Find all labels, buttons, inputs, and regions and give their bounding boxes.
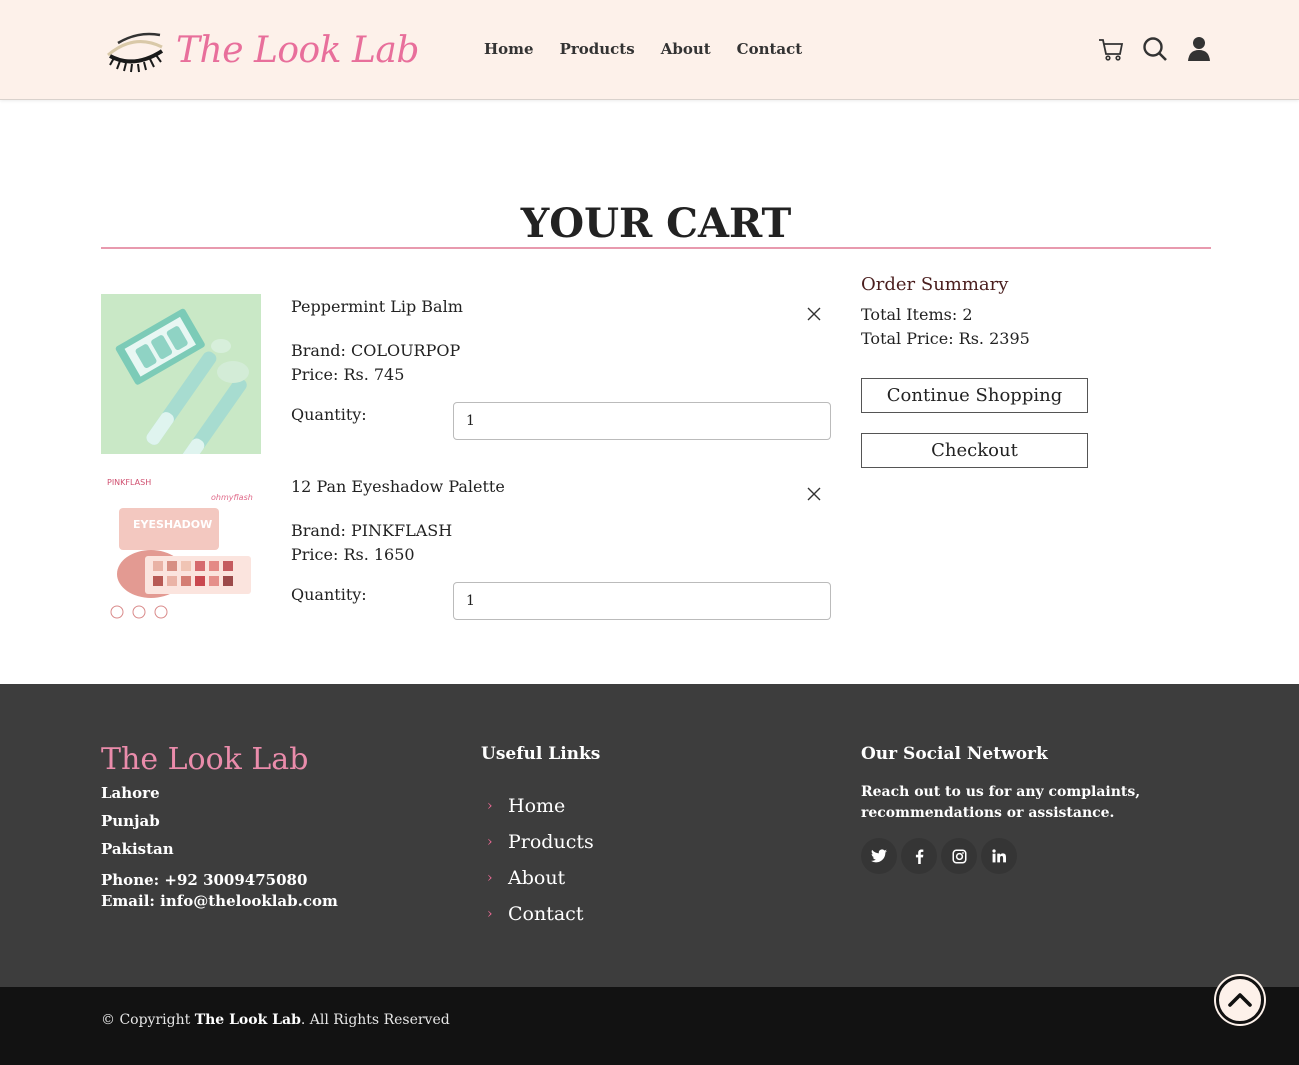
site-footer: The Look Lab Lahore Punjab Pakistan Phon… — [0, 684, 1299, 987]
social-description: Reach out to us for any complaints, reco… — [861, 784, 1141, 821]
nav-products[interactable]: Products — [560, 40, 635, 58]
product-price: Price: Rs. 745 — [291, 365, 405, 384]
product-image-lip-balm — [101, 294, 261, 454]
copyright-suffix: . All Rights Reserved — [300, 1012, 450, 1028]
copyright-prefix: © Copyright — [101, 1012, 191, 1028]
copyright-bar: © Copyright The Look Lab. All Rights Res… — [0, 987, 1299, 1065]
cart-item: PINKFLASH ohmyflash EYESHADOW 12 Pan Eye… — [101, 474, 831, 634]
order-summary: Order Summary Total Items: 2 Total Price… — [861, 274, 1211, 468]
product-name: Peppermint Lip Balm — [291, 297, 463, 316]
quantity-label: Quantity: — [291, 405, 367, 424]
copyright-brand: The Look Lab — [194, 1012, 301, 1028]
search-icon[interactable] — [1141, 34, 1169, 64]
quantity-input[interactable] — [453, 402, 831, 440]
chevron-right-icon: › — [487, 798, 493, 814]
cart-icon[interactable] — [1097, 34, 1125, 64]
footer-link-label: Home — [508, 795, 566, 817]
eyelash-logo-icon — [107, 32, 164, 73]
back-to-top-button[interactable] — [1216, 976, 1264, 1024]
chevron-right-icon: › — [487, 834, 493, 850]
footer-link-label: About — [508, 867, 566, 889]
footer-link-label: Contact — [508, 903, 584, 925]
useful-links-heading: Useful Links — [481, 744, 601, 764]
total-price: Total Price: Rs. 2395 — [861, 329, 1030, 348]
chevron-right-icon: › — [487, 870, 493, 886]
header-actions — [1097, 34, 1213, 64]
nav-about[interactable]: About — [661, 40, 711, 58]
social-heading: Our Social Network — [861, 744, 1048, 764]
cart-item: Peppermint Lip Balm Brand: COLOURPOP Pri… — [101, 294, 831, 454]
title-divider — [101, 247, 1211, 249]
instagram-icon[interactable] — [941, 838, 977, 874]
address-city: Lahore — [101, 784, 160, 802]
user-icon[interactable] — [1185, 34, 1213, 64]
quantity-input[interactable] — [453, 582, 831, 620]
product-price: Price: Rs. 1650 — [291, 545, 415, 564]
page-title: YOUR CART — [520, 200, 792, 247]
checkout-button[interactable]: Checkout — [861, 433, 1088, 468]
continue-shopping-button[interactable]: Continue Shopping — [861, 378, 1088, 413]
product-brand: Brand: PINKFLASH — [291, 521, 453, 540]
main-nav: Home Products About Contact — [484, 40, 802, 58]
facebook-icon[interactable] — [901, 838, 937, 874]
copyright-text: © Copyright The Look Lab. All Rights Res… — [101, 1012, 450, 1028]
nav-contact[interactable]: Contact — [737, 40, 803, 58]
footer-link-label: Products — [508, 831, 594, 853]
quantity-label: Quantity: — [291, 585, 367, 604]
twitter-icon[interactable] — [861, 838, 897, 874]
palette-maker-text: PINKFLASH — [107, 478, 151, 487]
site-logo[interactable]: The Look Lab — [104, 22, 419, 78]
site-header: The Look Lab Home Products About Contact — [0, 0, 1299, 100]
palette-label-text: EYESHADOW — [133, 518, 212, 531]
total-items: Total Items: 2 — [861, 305, 973, 324]
footer-phone: Phone: +92 3009475080 — [101, 871, 308, 889]
footer-link-contact[interactable]: › Contact — [487, 896, 594, 932]
nav-home[interactable]: Home — [484, 40, 534, 58]
linkedin-icon[interactable] — [981, 838, 1017, 874]
chevron-up-icon — [1228, 993, 1252, 1007]
social-links — [861, 838, 1017, 874]
order-summary-title: Order Summary — [861, 274, 1009, 295]
footer-link-products[interactable]: › Products — [487, 824, 594, 860]
footer-link-home[interactable]: › Home — [487, 788, 594, 824]
footer-email[interactable]: Email: info@thelooklab.com — [101, 892, 338, 910]
useful-links: › Home › Products › About › Contact — [487, 788, 594, 932]
brand-name: The Look Lab — [176, 29, 419, 71]
product-brand: Brand: COLOURPOP — [291, 341, 461, 360]
footer-brand: The Look Lab — [101, 742, 309, 777]
address-province: Punjab — [101, 812, 160, 830]
remove-item-icon[interactable] — [806, 486, 822, 502]
product-image-eyeshadow-palette: PINKFLASH ohmyflash EYESHADOW — [101, 474, 261, 634]
product-name: 12 Pan Eyeshadow Palette — [291, 477, 505, 496]
footer-link-about[interactable]: › About — [487, 860, 594, 896]
remove-item-icon[interactable] — [806, 306, 822, 322]
chevron-right-icon: › — [487, 906, 493, 922]
address-country: Pakistan — [101, 840, 174, 858]
palette-tag-text: ohmyflash — [211, 493, 253, 502]
